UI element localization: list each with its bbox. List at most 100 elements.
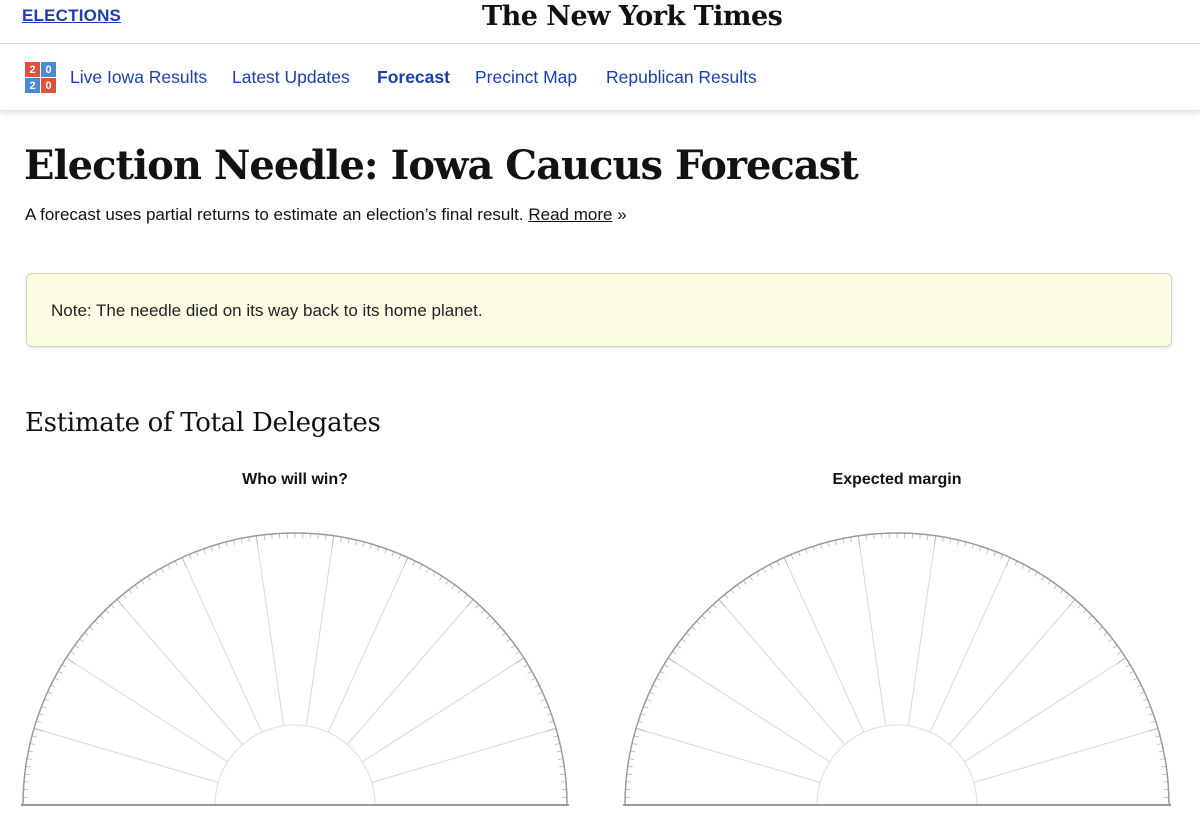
gauge-tick <box>850 536 852 542</box>
gauge-tick <box>724 594 729 599</box>
gauge-tick <box>986 548 989 554</box>
nav-latest-updates[interactable]: Latest Updates <box>232 67 350 88</box>
gauge-spoke <box>667 657 830 763</box>
gauge-tick <box>949 538 952 544</box>
gauge-spoke <box>347 599 474 745</box>
gauge-tick <box>1125 664 1131 668</box>
gauge-tick <box>99 615 104 620</box>
gauge-tick <box>1027 567 1032 573</box>
gauge-tick <box>1068 599 1076 608</box>
gauge-tick <box>769 564 773 570</box>
gauge-tick <box>546 713 552 716</box>
gauge-tick <box>50 684 56 688</box>
gauge-tick <box>865 534 867 540</box>
gauge-spoke <box>964 657 1127 763</box>
gauge-spoke <box>33 727 219 783</box>
gauge-tick <box>1098 626 1103 631</box>
gauge-tick <box>659 670 665 675</box>
gauge-tick <box>1142 698 1148 702</box>
gauge-tick <box>523 664 529 668</box>
gauge-tick <box>656 677 662 681</box>
gauge-tick <box>993 551 997 557</box>
gauge-spoke <box>635 727 821 783</box>
gauge-tick <box>1117 651 1122 655</box>
gauge-tick <box>70 651 75 655</box>
gauge-tick <box>762 567 767 573</box>
gauge-tick <box>147 575 151 581</box>
gauge-tick <box>340 536 342 542</box>
gauge-tick <box>325 534 327 540</box>
gauge-spoke <box>907 535 937 726</box>
gauge-tick <box>217 543 221 549</box>
gauge-tick <box>54 677 60 681</box>
gauge-outer-arc <box>22 532 568 806</box>
gauge-tick <box>560 773 566 775</box>
nyt-logo[interactable]: The New York Times <box>482 1 783 32</box>
gauge-hub-arc <box>816 724 978 806</box>
gauge-tick <box>646 698 652 702</box>
elections-section-link[interactable]: ELECTIONS <box>22 6 121 26</box>
gauge-tick <box>419 564 423 570</box>
gauge-tick <box>1112 644 1118 649</box>
nav-precinct-map[interactable]: Precinct Map <box>475 67 577 88</box>
gauge-tick <box>819 543 823 549</box>
gauge-tick <box>691 626 696 631</box>
gauge-spoke <box>949 599 1076 745</box>
gauge-tick <box>652 684 658 688</box>
election-nav-bar: 2 0 2 0 Live Iowa Results Latest Updates… <box>0 44 1200 111</box>
gauge-tick <box>730 589 735 594</box>
gauge-tick <box>1129 670 1135 675</box>
gauge-tick <box>696 620 701 625</box>
gauge-tick <box>827 541 830 547</box>
gauge-spoke <box>255 535 285 726</box>
gauge-tick <box>105 609 110 614</box>
2020-election-badge-icon[interactable]: 2 0 2 0 <box>25 62 56 93</box>
gauge-tick <box>1034 571 1038 577</box>
gauge-tick <box>964 541 967 547</box>
gauge-tick <box>640 713 646 716</box>
gauge-tick <box>749 575 753 581</box>
gauge-tick <box>94 620 99 625</box>
gauge-tick <box>510 644 516 649</box>
nav-forecast[interactable]: Forecast <box>377 67 450 88</box>
gauge-tick <box>26 758 32 760</box>
gauge-tick <box>1088 615 1093 620</box>
gauge-tick <box>491 620 496 625</box>
gauge-tick <box>667 657 677 664</box>
gauge-tick <box>707 609 712 614</box>
gauge-tick <box>1065 594 1070 599</box>
gauge-tick <box>174 560 178 566</box>
gauge-tick <box>676 644 682 649</box>
gauge-tick <box>1148 727 1159 732</box>
gauge-spoke <box>718 599 845 745</box>
gauge-tick <box>33 727 44 732</box>
gauge-tick <box>1047 580 1051 585</box>
gauge-tick <box>457 589 462 594</box>
gauge-tick <box>835 539 837 546</box>
nav-republican-results[interactable]: Republican Results <box>606 67 757 88</box>
read-more-arrow: » <box>617 205 627 224</box>
page-headline: Election Needle: Iowa Caucus Forecast <box>24 142 859 189</box>
gauge-tick <box>451 584 456 590</box>
gauge-tick <box>195 551 199 557</box>
gauge-tick <box>425 567 430 573</box>
gauge-spoke <box>783 557 865 733</box>
badge-digit: 2 <box>25 78 40 93</box>
gauge-tick <box>812 546 815 552</box>
gauge-tick <box>29 743 36 745</box>
gauge-tick <box>756 571 760 577</box>
nav-live-iowa-results[interactable]: Live Iowa Results <box>70 67 207 88</box>
read-more-link[interactable]: Read more <box>528 205 612 224</box>
gauge-tick <box>515 651 520 655</box>
gauge-tick <box>1155 735 1161 738</box>
gauge-tick <box>210 546 213 552</box>
gauge-tick <box>540 698 546 702</box>
gauge-tick <box>61 664 67 668</box>
gauge-tick <box>160 567 165 573</box>
gauge-tick <box>626 773 632 775</box>
gauge-tick <box>38 713 44 716</box>
gauge-tick <box>776 560 780 566</box>
gauge-tick <box>466 599 474 608</box>
gauge-tick <box>355 539 357 546</box>
gauge-tick <box>47 691 53 695</box>
